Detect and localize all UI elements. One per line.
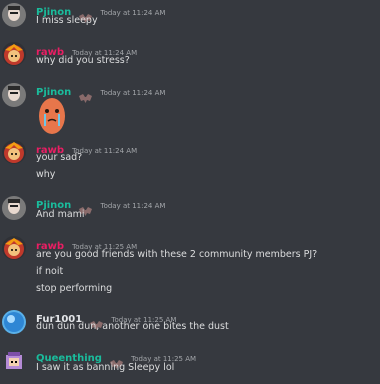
message-header: rawb Today at 11:25 AM <box>36 236 137 252</box>
message-text: are you good friends with these 2 commun… <box>36 249 318 260</box>
timestamp: Today at 11:24 AM <box>100 201 166 210</box>
message-text: if noit <box>36 266 64 277</box>
timestamp: Today at 11:24 AM <box>100 8 166 17</box>
message-text: why did you stress? <box>36 55 130 66</box>
timestamp: Today at 11:24 AM <box>100 88 166 97</box>
avatar[interactable] <box>2 349 26 373</box>
message-header: Pjinon Today at 11:24 AM <box>36 195 166 216</box>
avatar[interactable] <box>2 83 26 107</box>
bat-emoji-icon <box>79 88 93 103</box>
message-text: why <box>36 169 56 180</box>
avatar[interactable] <box>2 140 26 164</box>
message-text: dun dun dun, another one bites the dust <box>36 321 229 332</box>
message-header: Pjinon Today at 11:24 AM <box>36 2 166 23</box>
message-text: your sad? <box>36 152 83 163</box>
avatar[interactable] <box>2 196 26 220</box>
message-text: stop performing <box>36 283 113 294</box>
message-text: And mami <box>36 209 85 220</box>
crying-potato-sticker-icon[interactable] <box>36 94 68 136</box>
message-header: Queenthing Today at 11:25 AM <box>36 348 196 369</box>
message-header: rawb Today at 11:24 AM <box>36 42 137 58</box>
avatar[interactable] <box>2 3 26 27</box>
avatar[interactable] <box>2 236 26 260</box>
message-text: I miss sleepy <box>36 15 98 26</box>
avatar[interactable] <box>2 42 26 66</box>
avatar[interactable] <box>2 310 26 334</box>
message-text: I saw it as banning Sleepy lol <box>36 362 175 373</box>
